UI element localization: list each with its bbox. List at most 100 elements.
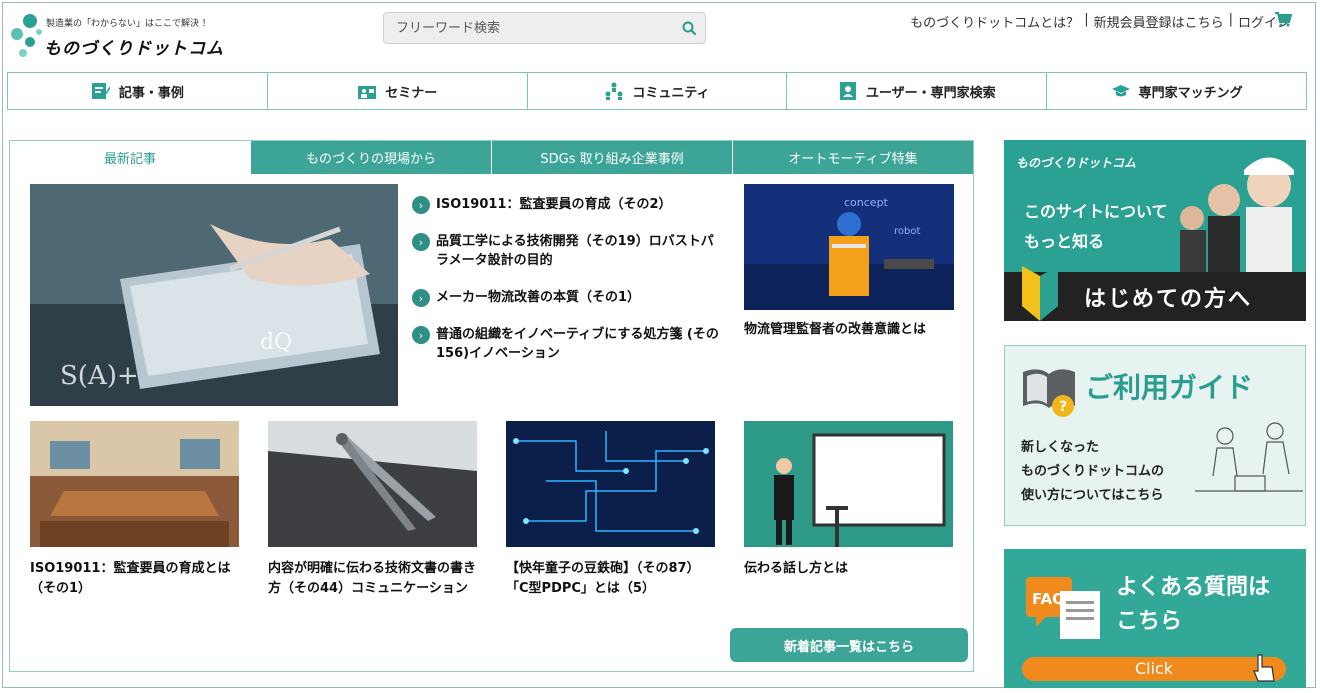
pointer-hand-icon bbox=[1253, 654, 1275, 682]
nav-item-user-search[interactable]: ユーザー・専門家検索 bbox=[786, 73, 1046, 109]
nav-label: セミナー bbox=[385, 85, 438, 101]
chevron-right-icon: › bbox=[412, 233, 430, 251]
search-box bbox=[383, 12, 706, 44]
svg-text:concept: concept bbox=[844, 196, 889, 209]
workers-photo-icon bbox=[1180, 157, 1294, 272]
logo-mark-icon bbox=[11, 14, 42, 57]
nav-item-seminar[interactable]: セミナー bbox=[266, 73, 527, 109]
banner-line: よくある質問は bbox=[1116, 575, 1271, 600]
nav-item-matching[interactable]: 専門家マッチング bbox=[1046, 73, 1307, 109]
meeting-room-illustration bbox=[30, 421, 239, 547]
beginner-mark-icon bbox=[1022, 266, 1058, 321]
card-image bbox=[744, 421, 953, 547]
svg-text:robot: robot bbox=[894, 226, 920, 237]
banner-title: よくある質問は こちら bbox=[1116, 571, 1270, 639]
article-cards: ISO19011：監査要員の育成とは（その1） 内容が明確に伝わる技術文書の書き… bbox=[30, 421, 954, 599]
tab-latest[interactable]: 最新記事 bbox=[10, 141, 250, 174]
seminar-icon bbox=[358, 86, 377, 99]
side-article[interactable]: concept robot 物流管理監督者の改善意識とは bbox=[744, 184, 954, 337]
graduation-cap-icon bbox=[1111, 85, 1130, 97]
nav-item-community[interactable]: コミュニティ bbox=[526, 73, 787, 109]
article-icon bbox=[91, 83, 110, 99]
banner-line: もっと知る bbox=[1024, 232, 1105, 251]
list-item-title: 品質工学による技術開発（その19）ロバストパラメータ設計の目的 bbox=[436, 234, 714, 268]
main-nav: 記事・事例 セミナー コミュニティ ユーザー・専門家検索 専門家マッチング bbox=[7, 72, 1307, 110]
featured-image[interactable]: S(A)+ dQ bbox=[30, 184, 398, 406]
presenter-illustration bbox=[744, 421, 953, 547]
guide-book-icon: ? bbox=[1023, 369, 1075, 417]
compass-ruler-illustration bbox=[268, 421, 477, 547]
tablet-stylus-illustration: S(A)+ dQ bbox=[30, 184, 398, 406]
tab-genba[interactable]: ものづくりの現場から bbox=[250, 141, 491, 174]
article-card[interactable]: 【快年童子の豆鉄砲】（その87）「C型PDPC」とは（5） bbox=[506, 421, 715, 599]
chevron-right-icon: › bbox=[412, 196, 430, 214]
community-icon bbox=[605, 82, 623, 100]
chevron-right-icon: › bbox=[412, 289, 430, 307]
list-item[interactable]: › 品質工学による技術開発（その19）ロバストパラメータ設計の目的 bbox=[412, 232, 722, 270]
list-item-title: 普通の組織をイノベーティブにする処方箋 (その156)イノベーション bbox=[436, 327, 719, 361]
banner-faq[interactable]: FAQ よくある質問は こちら Click bbox=[1004, 549, 1306, 688]
list-item-title: メーカー物流改善の本質（その1） bbox=[436, 290, 641, 305]
header-links: ものづくりドットコムとは？ | 新規会員登録はこちら | ログイン bbox=[910, 12, 1290, 31]
articles-panel: 最新記事 ものづくりの現場から SDGs 取り組み企業事例 オートモーティブ特集… bbox=[9, 140, 974, 672]
card-image bbox=[268, 421, 477, 547]
nav-item-articles[interactable]: 記事・事例 bbox=[7, 73, 267, 109]
card-image bbox=[30, 421, 239, 547]
people-sketch-icon bbox=[1195, 422, 1303, 492]
svg-text:S(A)+: S(A)+ bbox=[60, 361, 139, 391]
search-input[interactable] bbox=[384, 13, 674, 43]
faq-badge-label: FAQ bbox=[1032, 590, 1065, 608]
list-item-title: ISO19011：監査要員の育成（その2） bbox=[436, 197, 672, 212]
link-separator: | bbox=[1228, 12, 1233, 27]
logo-name: ものづくりドットコム bbox=[44, 39, 224, 59]
faq-badge-icon: FAQ bbox=[1026, 577, 1100, 639]
banner-line: 新しくなった bbox=[1021, 440, 1100, 455]
nav-label: 専門家マッチング bbox=[1138, 85, 1243, 101]
card-title: ISO19011：監査要員の育成とは（その1） bbox=[30, 561, 231, 596]
list-item[interactable]: › 普通の組織をイノベーティブにする処方箋 (その156)イノベーション bbox=[412, 325, 722, 363]
tab-sdgs[interactable]: SDGs 取り組み企業事例 bbox=[491, 141, 732, 174]
banner-cta: はじめての方へ bbox=[1084, 287, 1253, 312]
faq-click-button[interactable]: Click bbox=[1022, 657, 1286, 681]
about-link[interactable]: ものづくりドットコムとは？ bbox=[910, 12, 1079, 31]
circuit-illustration bbox=[506, 421, 715, 547]
side-article-title: 物流管理監督者の改善意識とは bbox=[744, 322, 927, 337]
register-link[interactable]: 新規会員登録はこちら bbox=[1094, 12, 1224, 31]
nav-label: ユーザー・専門家検索 bbox=[865, 85, 996, 101]
list-item[interactable]: › メーカー物流改善の本質（その1） bbox=[412, 288, 722, 307]
more-articles-button[interactable]: 新着記事一覧はこちら bbox=[730, 628, 968, 662]
cart-icon[interactable] bbox=[1274, 11, 1292, 27]
worker-illustration: concept robot bbox=[744, 184, 954, 310]
card-title: 伝わる話し方とは bbox=[744, 561, 849, 576]
search-icon[interactable] bbox=[681, 20, 697, 36]
card-title: 【快年童子の豆鉄砲】（その87）「C型PDPC」とは（5） bbox=[506, 561, 700, 596]
article-card[interactable]: 内容が明確に伝わる技術文書の書き方（その44）コミュニケーション bbox=[268, 421, 477, 599]
featured-list: › ISO19011：監査要員の育成（その2） › 品質工学による技術開発（その… bbox=[412, 195, 722, 381]
site-logo[interactable]: 製造業の「わからない」はここで解決 ！ ものづくりドットコム bbox=[8, 12, 248, 62]
banner-line: 使い方についてはこちら bbox=[1021, 488, 1164, 503]
svg-text:?: ? bbox=[1059, 399, 1067, 415]
tab-automotive[interactable]: オートモーティブ特集 bbox=[732, 141, 973, 174]
side-article-image: concept robot bbox=[744, 184, 954, 310]
nav-label: 記事・事例 bbox=[118, 85, 184, 101]
nav-label: コミュニティ bbox=[632, 85, 710, 101]
user-search-icon bbox=[839, 82, 856, 100]
svg-text:dQ: dQ bbox=[260, 330, 292, 355]
card-title: 内容が明確に伝わる技術文書の書き方（その44）コミュニケーション bbox=[268, 561, 477, 596]
banner-line: ものづくりドットコムの bbox=[1021, 464, 1165, 479]
article-card[interactable]: ISO19011：監査要員の育成とは（その1） bbox=[30, 421, 239, 599]
banner-line: このサイトについて bbox=[1024, 202, 1168, 221]
article-card[interactable]: 伝わる話し方とは bbox=[744, 421, 953, 599]
logo-tagline: 製造業の「わからない」はここで解決 ！ bbox=[46, 19, 211, 29]
banner-line: こちら bbox=[1116, 609, 1183, 634]
banner-guide[interactable]: ? ご利用ガイド 新しくなった ものづくりドットコムの 使い方についてはこちら bbox=[1004, 345, 1306, 526]
article-tabs: 最新記事 ものづくりの現場から SDGs 取り組み企業事例 オートモーティブ特集 bbox=[10, 141, 973, 174]
link-separator: | bbox=[1084, 12, 1089, 27]
banner-logo: ものづくりドットコム bbox=[1016, 156, 1137, 170]
banner-text: 新しくなった ものづくりドットコムの 使い方についてはこちら bbox=[1021, 436, 1164, 508]
chevron-right-icon: › bbox=[412, 326, 430, 344]
banner-title: ご利用ガイド bbox=[1085, 371, 1254, 404]
banner-beginners[interactable]: ものづくりドットコム このサイトについて もっと知る はじめての方へ bbox=[1004, 140, 1306, 321]
card-image bbox=[506, 421, 715, 547]
list-item[interactable]: › ISO19011：監査要員の育成（その2） bbox=[412, 195, 722, 214]
